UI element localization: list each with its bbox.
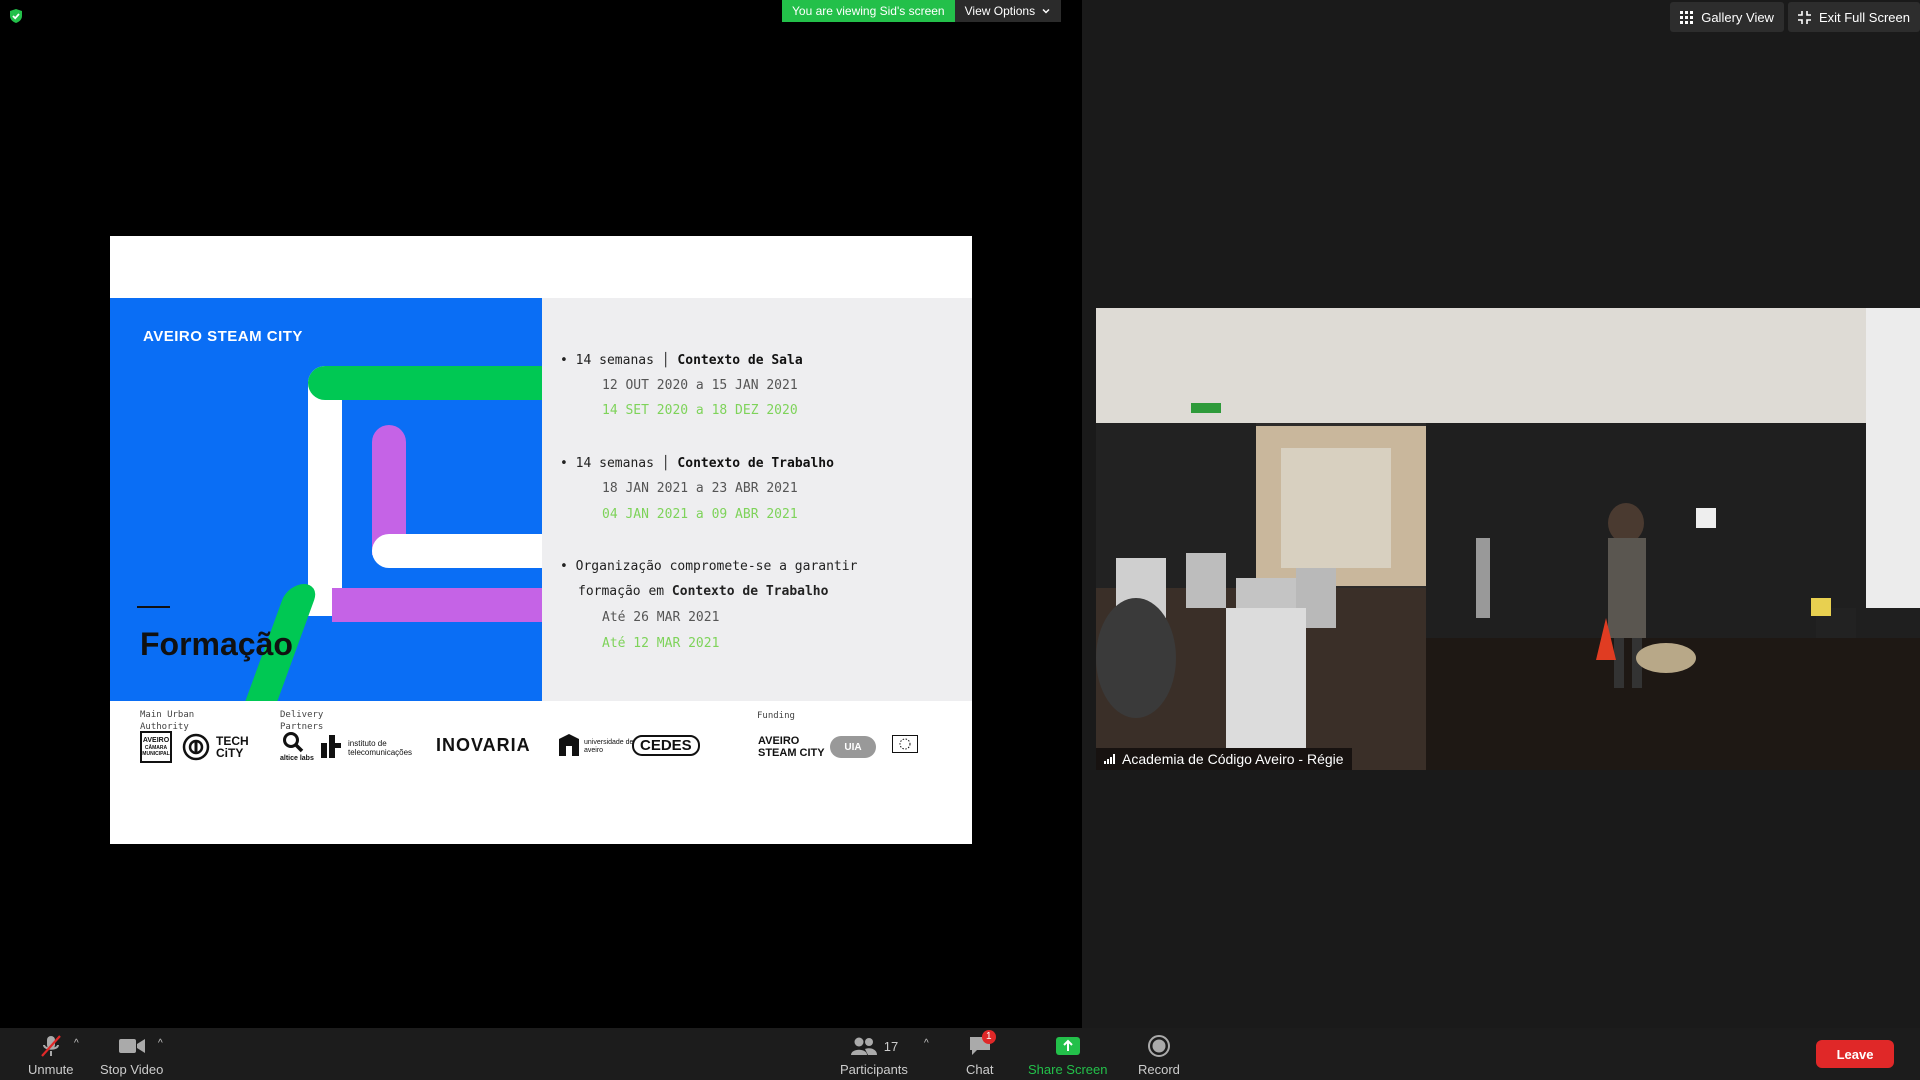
share-screen-button[interactable]: Share Screen — [1028, 1034, 1108, 1077]
aveiro-steam-city-logo: AVEIRO STEAM CITY — [758, 735, 825, 759]
green-horizontal-bar — [308, 366, 542, 400]
audio-options-caret[interactable]: ^ — [74, 1038, 79, 1049]
participants-icon — [850, 1037, 877, 1055]
participants-button[interactable]: 17 Participants — [840, 1034, 908, 1077]
chat-label: Chat — [966, 1062, 994, 1077]
bullet-1-prefix: 14 semanas — [575, 353, 654, 368]
tech-city-logo: TECH CiTY — [216, 734, 249, 760]
label-funding: Funding — [757, 711, 795, 721]
stop-video-button[interactable]: Stop Video — [100, 1034, 163, 1077]
bullet-2-date-old: 18 JAN 2021 a 23 ABR 2021 — [602, 481, 798, 496]
video-camera-icon — [118, 1039, 145, 1053]
bullet-2-bold: Contexto de Trabalho — [677, 456, 834, 471]
unmute-button[interactable]: Unmute — [28, 1034, 74, 1077]
meeting-toolbar: Unmute ^ Stop Video ^ 17 Participants ^ … — [0, 1028, 1920, 1080]
bullet-3-date-new: Até 12 MAR 2021 — [602, 636, 720, 651]
exit-full-screen-label: Exit Full Screen — [1818, 9, 1910, 25]
view-options-label: View Options — [964, 4, 1036, 18]
participant-video-tile[interactable]: Academia de Código Aveiro - Régie — [1096, 308, 1920, 770]
view-controls: Gallery View Exit Full Screen — [1670, 2, 1920, 32]
bullet-2-prefix: 14 semanas — [575, 456, 654, 471]
purple-horizontal-bar — [332, 588, 542, 622]
participant-name-tag: Academia de Código Aveiro - Régie — [1096, 748, 1352, 770]
bullet-1-date-old: 12 OUT 2020 a 15 JAN 2021 — [602, 378, 798, 393]
bullet-1-bold: Contexto de Sala — [677, 353, 803, 368]
microphone-muted-icon — [40, 1035, 61, 1057]
shield-check-icon[interactable] — [8, 8, 24, 24]
shared-screen-area: You are viewing Sid's screen View Option… — [0, 0, 1082, 1028]
exit-fullscreen-icon — [1797, 10, 1811, 24]
slide-brand: AVEIRO STEAM CITY — [143, 328, 303, 345]
grid-icon — [1680, 10, 1694, 24]
label-main-urban-authority: Main Urban Authority — [140, 710, 195, 732]
aveiro-logo: AVEIRO CÂMARA MUNICIPAL — [140, 731, 172, 763]
video-options-caret[interactable]: ^ — [158, 1038, 163, 1049]
exit-full-screen-button[interactable]: Exit Full Screen — [1787, 2, 1920, 32]
leave-button[interactable]: Leave — [1816, 1040, 1894, 1068]
eu-flag-icon — [892, 735, 918, 753]
label-delivery-partners: Delivery Partners — [280, 710, 324, 732]
record-icon — [1147, 1035, 1170, 1057]
bullet-3-line1: Organização compromete-se a garantir — [575, 559, 858, 574]
record-label: Record — [1138, 1062, 1180, 1077]
bullet-3: • Organização compromete-se a garantir — [560, 559, 858, 574]
inovaria-logo: INOVARIA — [436, 735, 531, 755]
participant-name: Academia de Código Aveiro - Régie — [1122, 751, 1344, 767]
slide-blue-panel: AVEIRO STEAM CITY Formação — [110, 298, 542, 701]
share-screen-icon — [1055, 1037, 1080, 1055]
bullet-1: • 14 semanas │ Contexto de Sala — [560, 353, 803, 368]
white-vertical-bar — [308, 366, 342, 616]
it-logo-icon — [321, 735, 341, 758]
gallery-view-label: Gallery View — [1701, 9, 1774, 25]
classroom-video-feed — [1096, 308, 1920, 770]
view-options-button[interactable]: View Options — [954, 0, 1062, 22]
uia-logo: UIA — [830, 736, 876, 758]
viewing-banner: You are viewing Sid's screen View Option… — [782, 0, 1062, 22]
bullet-3-line2-prefix: formação em — [578, 584, 672, 599]
aveiro-logo-text: AVEIRO — [142, 737, 170, 744]
gallery-view-button[interactable]: Gallery View — [1670, 2, 1784, 32]
bullet-2-date-new: 04 JAN 2021 a 09 ABR 2021 — [602, 507, 798, 522]
chevron-down-icon — [1042, 8, 1050, 14]
participants-count: 17 — [883, 1038, 899, 1054]
ua-logo-icon — [559, 734, 579, 756]
slide-footer-logos: Main Urban Authority Delivery Partners F… — [110, 701, 972, 771]
bullet-1-date-new: 14 SET 2020 a 18 DEZ 2020 — [602, 403, 798, 418]
camara-logo-text: CÂMARA MUNICIPAL — [142, 745, 170, 757]
presentation-slide: AVEIRO STEAM CITY Formação • 14 semanas … — [110, 236, 972, 844]
slide-title: Formação — [140, 626, 293, 662]
instituto-telecomunicacoes-logo: instituto de telecomunicações — [348, 739, 413, 757]
white-horizontal-bar — [372, 534, 542, 568]
magnifier-logo-icon — [283, 732, 304, 753]
video-panel: Gallery View Exit Full Screen Academia d… — [1082, 0, 1920, 1028]
title-rule — [137, 606, 170, 608]
bullet-3-line2: formação em Contexto de Trabalho — [578, 584, 828, 599]
signal-strength-icon — [1104, 754, 1115, 764]
altice-labs-logo: altice labs — [280, 755, 314, 762]
bullet-3-date-old: Até 26 MAR 2021 — [602, 610, 720, 625]
cedes-logo: CEDES — [632, 735, 700, 756]
participants-label: Participants — [840, 1062, 908, 1077]
bullet-3-line2-bold: Contexto de Trabalho — [671, 584, 829, 599]
uia-logo-text: UIA — [844, 741, 862, 753]
chat-unread-badge: 1 — [981, 1030, 996, 1044]
chat-button[interactable]: 1 Chat — [966, 1030, 996, 1077]
record-button[interactable]: Record — [1138, 1034, 1180, 1077]
share-screen-label: Share Screen — [1028, 1062, 1108, 1077]
unmute-label: Unmute — [28, 1062, 74, 1077]
stop-video-label: Stop Video — [100, 1062, 164, 1077]
universidade-aveiro-logo: universidade de aveiro — [584, 739, 634, 754]
viewing-screen-label: You are viewing Sid's screen — [782, 0, 955, 22]
participants-options-caret[interactable]: ^ — [924, 1038, 929, 1049]
tech-city-emblem-icon — [182, 733, 210, 761]
bullet-2: • 14 semanas │ Contexto de Trabalho — [560, 456, 834, 471]
